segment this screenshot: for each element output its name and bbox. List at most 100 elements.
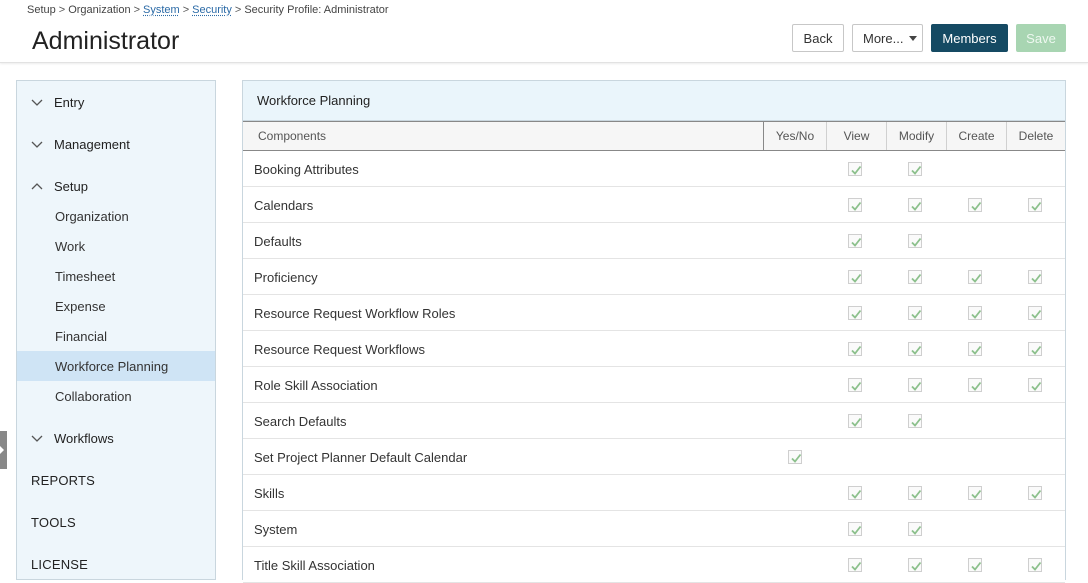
component-name: Proficiency xyxy=(254,270,318,285)
checkbox-modify[interactable] xyxy=(908,486,922,500)
component-name: Resource Request Workflow Roles xyxy=(254,306,456,321)
checkmark-icon xyxy=(971,381,982,391)
sidebar-group-label: Setup xyxy=(54,178,88,194)
checkmark-icon xyxy=(851,165,862,175)
more-dropdown-button[interactable]: More... xyxy=(852,24,923,52)
checkbox-create[interactable] xyxy=(968,342,982,356)
checkmark-icon xyxy=(911,561,922,571)
breadcrumb-separator: > xyxy=(234,4,242,16)
back-button[interactable]: Back xyxy=(792,24,844,52)
sidebar-item-workforce-planning[interactable]: Workforce Planning xyxy=(17,351,215,381)
checkbox-delete[interactable] xyxy=(1028,486,1042,500)
sidebar-group-entry[interactable]: Entry xyxy=(17,87,215,117)
checkbox-create[interactable] xyxy=(968,486,982,500)
checkbox-modify[interactable] xyxy=(908,414,922,428)
checkbox-view[interactable] xyxy=(848,486,862,500)
sidebar-item-license[interactable]: LICENSE xyxy=(17,549,215,579)
members-button[interactable]: Members xyxy=(931,24,1008,52)
checkmark-icon xyxy=(911,201,922,211)
page-header: Setup > Organization > System > Security > Secur… xyxy=(0,0,1088,63)
checkbox-modify[interactable] xyxy=(908,162,922,176)
checkmark-icon xyxy=(851,489,862,499)
checkbox-modify[interactable] xyxy=(908,198,922,212)
checkmark-icon xyxy=(911,525,922,535)
breadcrumb-separator: > xyxy=(133,4,140,16)
sidebar: Entry Management Setup Organization Work… xyxy=(16,80,216,580)
column-header-components[interactable]: Components xyxy=(243,122,763,150)
sidebar-item-organization[interactable]: Organization xyxy=(17,201,215,231)
checkbox-view[interactable] xyxy=(848,378,862,392)
panel-header: Workforce Planning xyxy=(243,81,1065,121)
checkbox-view[interactable] xyxy=(848,522,862,536)
checkbox-modify[interactable] xyxy=(908,378,922,392)
sidebar-toggle-handle[interactable] xyxy=(0,431,7,469)
component-name: Set Project Planner Default Calendar xyxy=(254,450,468,465)
checkbox-view[interactable] xyxy=(848,162,862,176)
checkbox-view[interactable] xyxy=(848,414,862,428)
checkmark-icon xyxy=(851,273,862,283)
sidebar-item-label: Financial xyxy=(55,328,108,344)
sidebar-group-setup[interactable]: Setup xyxy=(17,171,215,201)
sidebar-group-workflows[interactable]: Workflows xyxy=(17,423,215,453)
checkbox-view[interactable] xyxy=(848,306,862,320)
checkbox-delete[interactable] xyxy=(1028,306,1042,320)
component-name: Booking Attributes xyxy=(254,162,359,177)
checkmark-icon xyxy=(911,381,922,391)
sidebar-group-management[interactable]: Management xyxy=(17,129,215,159)
checkbox-modify[interactable] xyxy=(908,342,922,356)
breadcrumb-organization[interactable]: Organization xyxy=(68,4,130,16)
checkbox-modify[interactable] xyxy=(908,306,922,320)
more-label: More... xyxy=(863,30,904,46)
checkmark-icon xyxy=(911,237,922,247)
checkmark-icon xyxy=(1031,489,1042,499)
breadcrumb-security-link[interactable]: Security xyxy=(192,4,232,16)
sidebar-item-collaboration[interactable]: Collaboration xyxy=(17,381,215,411)
checkmark-icon xyxy=(911,165,922,175)
checkmark-icon xyxy=(971,561,982,571)
checkbox-view[interactable] xyxy=(848,342,862,356)
caret-down-icon xyxy=(909,36,917,41)
checkbox-view[interactable] xyxy=(848,270,862,284)
checkbox-view[interactable] xyxy=(848,198,862,212)
checkmark-icon xyxy=(851,309,862,319)
sidebar-item-label: Workforce Planning xyxy=(55,358,169,374)
checkbox-modify[interactable] xyxy=(908,270,922,284)
checkbox-create[interactable] xyxy=(968,306,982,320)
table-row: Role Skill Association xyxy=(243,367,1065,403)
checkmark-icon xyxy=(971,273,982,283)
checkbox-delete[interactable] xyxy=(1028,342,1042,356)
sidebar-item-financial[interactable]: Financial xyxy=(17,321,215,351)
breadcrumb-system-link[interactable]: System xyxy=(143,4,180,16)
sidebar-item-label: Work xyxy=(55,238,86,254)
checkbox-create[interactable] xyxy=(968,270,982,284)
checkbox-view[interactable] xyxy=(848,234,862,248)
table-row: System xyxy=(243,511,1065,547)
checkmark-icon xyxy=(851,237,862,247)
checkbox-delete[interactable] xyxy=(1028,378,1042,392)
sidebar-item-expense[interactable]: Expense xyxy=(17,291,215,321)
sidebar-item-label: TOOLS xyxy=(31,514,76,530)
table-row: Skills xyxy=(243,475,1065,511)
checkmark-icon xyxy=(851,561,862,571)
checkbox-delete[interactable] xyxy=(1028,270,1042,284)
sidebar-item-work[interactable]: Work xyxy=(17,231,215,261)
checkbox-delete[interactable] xyxy=(1028,198,1042,212)
breadcrumb: Setup > Organization > System > Security > Secur… xyxy=(27,4,389,16)
sidebar-item-timesheet[interactable]: Timesheet xyxy=(17,261,215,291)
breadcrumb-setup[interactable]: Setup xyxy=(27,4,56,16)
checkmark-icon xyxy=(1031,201,1042,211)
sidebar-item-reports[interactable]: REPORTS xyxy=(17,465,215,495)
checkmark-icon xyxy=(911,273,922,283)
checkbox-create[interactable] xyxy=(968,378,982,392)
checkmark-icon xyxy=(971,345,982,355)
checkbox-create[interactable] xyxy=(968,198,982,212)
checkbox-modify[interactable] xyxy=(908,522,922,536)
sidebar-item-tools[interactable]: TOOLS xyxy=(17,507,215,537)
save-button[interactable]: Save xyxy=(1016,24,1066,52)
checkbox-modify[interactable] xyxy=(908,234,922,248)
component-name: Resource Request Workflows xyxy=(254,342,425,357)
checkmark-icon xyxy=(971,201,982,211)
checkmark-icon xyxy=(1031,561,1042,571)
table-row: Proficiency xyxy=(243,259,1065,295)
checkbox-yesno[interactable] xyxy=(788,450,802,464)
